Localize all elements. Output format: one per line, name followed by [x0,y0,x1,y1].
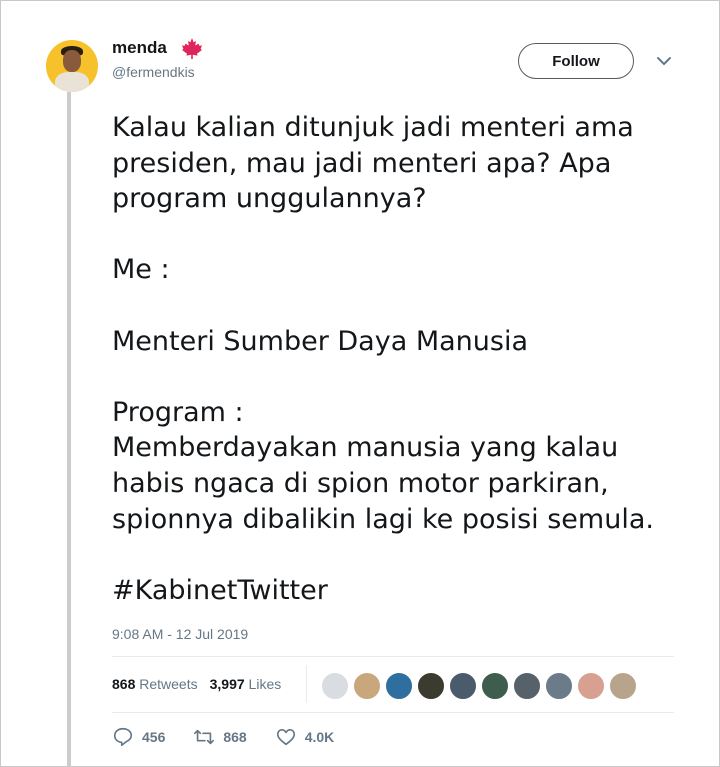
liker-avatar[interactable] [480,671,510,701]
liker-avatar[interactable] [416,671,446,701]
likers-avatars[interactable] [320,671,638,701]
reply-icon [113,727,133,747]
retweets-stat[interactable]: 868 Retweets [112,676,198,692]
heart-icon [276,729,295,746]
likes-stat[interactable]: 3,997 Likes [210,676,282,692]
retweet-icon [194,729,215,745]
divider [112,656,674,657]
reply-count: 456 [142,729,166,745]
liker-avatar[interactable] [352,671,382,701]
tweet-text: Kalau kalian ditunjuk jadi menteri ama p… [112,110,702,608]
chevron-down-icon[interactable] [656,55,672,67]
divider [112,712,674,713]
liker-avatar[interactable] [448,671,478,701]
liker-avatar[interactable] [384,671,414,701]
liker-avatar[interactable] [512,671,542,701]
liker-avatar[interactable] [576,671,606,701]
liker-avatar[interactable] [544,671,574,701]
avatar[interactable] [46,40,98,92]
tweet-timestamp[interactable]: 9:08 AM - 12 Jul 2019 [112,626,248,642]
liker-avatar[interactable] [320,671,350,701]
follow-button[interactable]: Follow [518,43,634,79]
stats-separator [306,665,307,703]
avatar-face [63,50,81,72]
tweet-paragraph: Program : Memberdayakan manusia yang kal… [112,396,654,535]
reply-button[interactable]: 456 [112,726,165,748]
avatar-body [55,72,89,92]
tweet-paragraph: Me : [112,254,170,286]
tweet-stats: 868 Retweets 3,997 Likes [112,676,281,692]
thread-line [67,92,71,767]
retweet-button[interactable]: 868 [193,726,247,748]
tweet-paragraph: Kalau kalian ditunjuk jadi menteri ama p… [112,112,634,215]
user-handle[interactable]: @fermendkis [112,64,195,80]
hashtag-link[interactable]: #KabinetTwitter [112,573,702,609]
liker-avatar[interactable] [608,671,638,701]
user-name[interactable]: menda [112,38,167,58]
tweet-paragraph: Menteri Sumber Daya Manusia [112,325,529,357]
like-count: 4.0K [304,729,335,745]
maple-leaf-icon [182,38,202,59]
tweet-actions: 456 868 4.0K [112,726,362,748]
retweet-count: 868 [223,729,247,745]
like-button[interactable]: 4.0K [275,726,335,748]
